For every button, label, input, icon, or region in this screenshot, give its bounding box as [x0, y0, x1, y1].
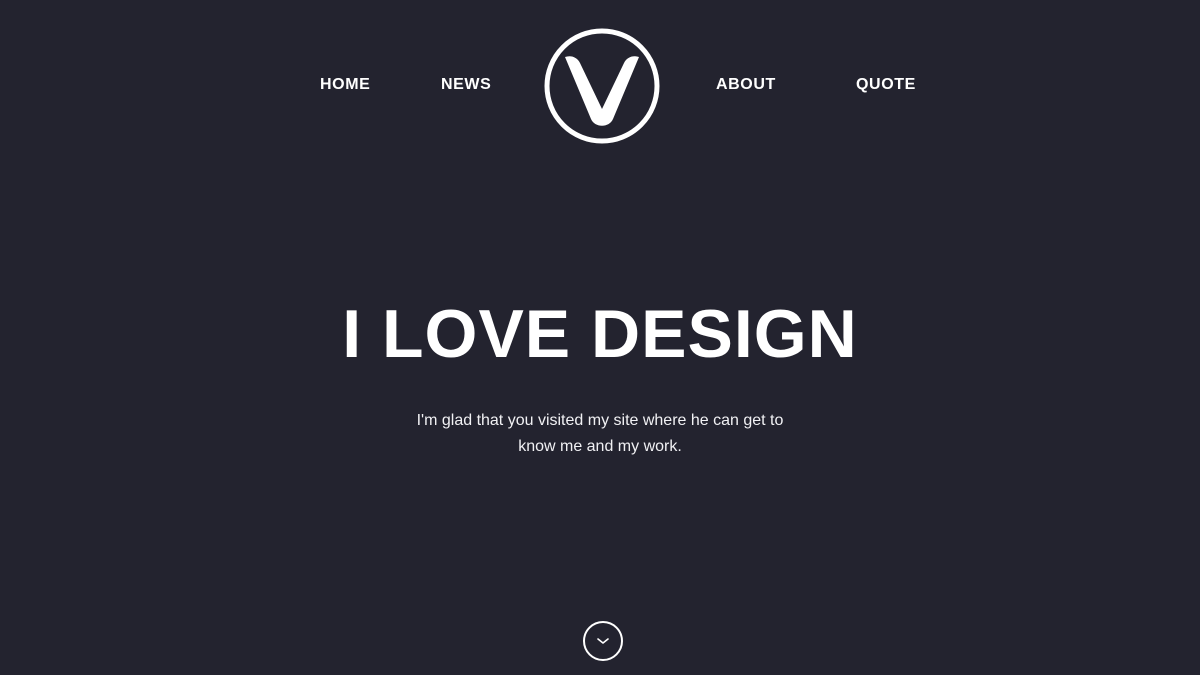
- nav-item-news[interactable]: NEWS: [441, 76, 491, 94]
- nav-item-about[interactable]: ABOUT: [716, 76, 776, 94]
- nav-item-home[interactable]: HOME: [320, 76, 370, 94]
- hero-title: I LOVE DESIGN: [342, 296, 858, 372]
- top-navigation: HOME NEWS ABOUT QUOTE: [0, 0, 1200, 170]
- scroll-down-button[interactable]: [583, 621, 623, 661]
- nav-item-quote[interactable]: QUOTE: [856, 76, 916, 94]
- v-logo-icon: [544, 28, 660, 144]
- hero-subtitle: I'm glad that you visited my site where …: [416, 412, 784, 455]
- site-logo[interactable]: [543, 27, 661, 145]
- chevron-down-icon: [597, 638, 609, 644]
